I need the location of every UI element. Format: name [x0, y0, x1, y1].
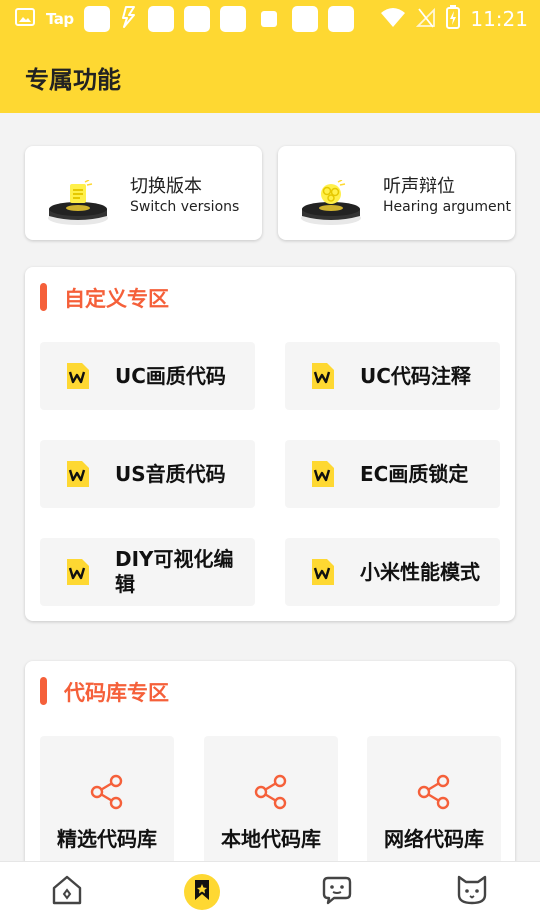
header: 专属功能: [0, 40, 540, 113]
battery-charging-icon: [446, 5, 461, 33]
switch-versions-title: 切换版本: [130, 176, 202, 197]
page-title: 专属功能: [25, 66, 121, 94]
app-notification-icon: [83, 6, 110, 32]
switch-versions-card[interactable]: 切换版本 Switch versions: [25, 146, 262, 240]
hearing-argument-subtitle: Hearing argument: [383, 199, 512, 215]
image-notification-icon: [14, 6, 36, 32]
tile-label: EC画质锁定: [360, 461, 469, 486]
w-document-icon: [310, 461, 334, 487]
section-title: 代码库专区: [64, 681, 169, 705]
section-title: 自定义专区: [64, 287, 169, 311]
uc-quality-code-tile[interactable]: UC画质代码: [40, 342, 255, 410]
section-accent-bar: [40, 677, 47, 705]
nav-bookmark[interactable]: [184, 874, 220, 910]
tile-label: DIY可视化编辑: [115, 547, 234, 596]
wifi-icon: [380, 6, 406, 32]
w-document-icon: [65, 461, 89, 487]
hearing-argument-card[interactable]: 听声辩位 Hearing argument: [278, 146, 515, 240]
tap-notification-text: Tap: [46, 10, 74, 28]
app-notification-icon: [327, 6, 354, 32]
no-signal-icon: [416, 6, 436, 32]
uc-code-comment-tile[interactable]: UC代码注释: [285, 342, 500, 410]
ec-quality-lock-tile[interactable]: EC画质锁定: [285, 440, 500, 508]
section-accent-bar: [40, 283, 47, 311]
brain-icon: [300, 179, 362, 226]
hearing-argument-title: 听声辩位: [383, 176, 455, 197]
w-document-icon: [65, 559, 89, 585]
nav-chat[interactable]: [319, 874, 355, 910]
share-icon: [254, 774, 288, 810]
share-icon: [417, 774, 451, 810]
app-notification-icon: [260, 11, 277, 27]
nav-profile[interactable]: [454, 874, 490, 910]
us-sound-code-tile[interactable]: US音质代码: [40, 440, 255, 508]
clock: 11:21: [470, 7, 528, 31]
flash-notification-icon: [120, 5, 138, 33]
chat-face-icon: [320, 873, 354, 911]
w-document-icon: [310, 363, 334, 389]
w-document-icon: [310, 559, 334, 585]
bottom-nav: [0, 861, 540, 920]
diy-visual-edit-tile[interactable]: DIY可视化编辑: [40, 538, 255, 606]
bookmark-icon: [192, 879, 212, 905]
switch-versions-subtitle: Switch versions: [130, 199, 240, 215]
local-library-tile[interactable]: 本地代码库: [204, 736, 338, 866]
status-bar: Tap 11:21: [0, 0, 540, 40]
app-notification-icon: [183, 6, 210, 32]
xiaomi-performance-mode-tile[interactable]: 小米性能模式: [285, 538, 500, 606]
tile-label: 本地代码库: [221, 827, 321, 851]
nav-home[interactable]: [49, 874, 85, 910]
active-indicator: [184, 874, 220, 910]
network-library-tile[interactable]: 网络代码库: [367, 736, 501, 866]
tile-label: UC画质代码: [115, 363, 226, 388]
home-icon: [50, 873, 84, 911]
app-notification-icon: [219, 6, 246, 32]
app-notification-icon: [147, 6, 174, 32]
w-document-icon: [65, 363, 89, 389]
tile-label: 小米性能模式: [360, 559, 480, 584]
featured-library-tile[interactable]: 精选代码库: [40, 736, 174, 866]
custom-section: 自定义专区 UC画质代码 UC代码注释 US音质代码 EC画质锁定 DIY可视化…: [25, 267, 515, 621]
cat-face-icon: [455, 873, 489, 911]
tile-label: 精选代码库: [57, 827, 157, 851]
tile-label: US音质代码: [115, 461, 226, 486]
tile-label: 网络代码库: [384, 827, 484, 851]
share-icon: [90, 774, 124, 810]
lightbulb-icon: [47, 179, 109, 226]
tile-label: UC代码注释: [360, 363, 471, 388]
app-notification-icon: [291, 6, 318, 32]
